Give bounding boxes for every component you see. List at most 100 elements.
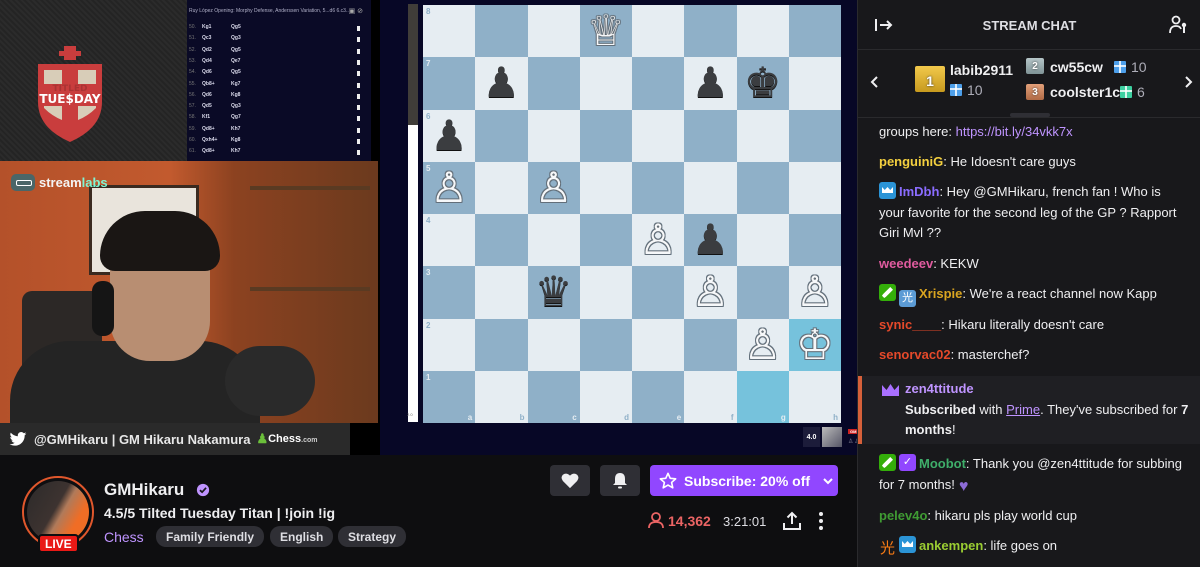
square-d1[interactable]: d [579, 370, 632, 423]
square-h1[interactable]: h [788, 370, 841, 423]
square-a8[interactable]: 8 [423, 5, 476, 58]
leaderboard-user-1[interactable]: labib2911 [950, 62, 1013, 78]
white-pawn-icon[interactable]: ♙ [692, 271, 730, 313]
square-h3[interactable]: ♙ [788, 266, 841, 319]
kanji-badge-icon[interactable]: 光 [899, 290, 916, 307]
square-c2[interactable] [527, 318, 580, 371]
square-d6[interactable] [579, 109, 632, 162]
square-b2[interactable] [475, 318, 528, 371]
square-h4[interactable] [788, 214, 841, 267]
square-b6[interactable] [475, 109, 528, 162]
white-king-icon[interactable]: ♔ [796, 323, 834, 366]
move-row[interactable]: 61. Qd8+ Kh7 [187, 148, 371, 160]
move-row[interactable]: 52. Qd2 Qg5 [187, 47, 371, 59]
video-player[interactable]: TITLED TUE$DAY Ruy López Opening: Morphy… [0, 0, 857, 455]
square-f7[interactable]: ♟ [684, 57, 737, 110]
category-link[interactable]: Chess [104, 529, 144, 545]
square-f3[interactable]: ♙ [684, 266, 737, 319]
square-d3[interactable] [579, 266, 632, 319]
square-b3[interactable] [475, 266, 528, 319]
leaderboard-user-2[interactable]: cw55cw [1050, 59, 1103, 75]
square-h8[interactable] [788, 5, 841, 58]
square-g1[interactable]: g [736, 370, 789, 423]
move-row[interactable]: 51. Qc3 Qg3 [187, 35, 371, 47]
tag-family-friendly[interactable]: Family Friendly [156, 526, 265, 547]
white-pawn-icon[interactable]: ♙ [744, 323, 782, 366]
follow-button[interactable] [550, 465, 590, 496]
subscriber-badge-icon[interactable] [899, 536, 916, 553]
chat-username[interactable]: ImDbh [899, 184, 939, 199]
square-g2[interactable]: ♙ [736, 318, 789, 371]
square-e3[interactable] [632, 266, 685, 319]
white-pawn-icon[interactable]: ♙ [796, 271, 834, 313]
square-a4[interactable]: 4 [423, 214, 476, 267]
square-d4[interactable] [579, 214, 632, 267]
notifications-button[interactable] [600, 465, 640, 496]
leaderboard-user-3[interactable]: coolster1c [1050, 84, 1120, 100]
chat-username[interactable]: Xrispie [919, 286, 962, 301]
kanji-badge-icon[interactable]: 光 [879, 540, 896, 557]
square-g7[interactable]: ♚ [736, 57, 789, 110]
square-d2[interactable] [579, 318, 632, 371]
square-e1[interactable]: e [632, 370, 685, 423]
square-c4[interactable] [527, 214, 580, 267]
white-pawn-icon[interactable]: ♙ [639, 219, 677, 261]
leaderboard-drag-handle[interactable] [1010, 113, 1050, 117]
chat-username[interactable]: pelev4o [879, 508, 927, 523]
move-row[interactable]: 53. Qd4 Qe7 [187, 58, 371, 70]
square-g3[interactable] [736, 266, 789, 319]
subscriber-badge-icon[interactable] [879, 182, 896, 199]
square-g8[interactable] [736, 5, 789, 58]
chat-username[interactable]: senorvac02 [879, 347, 951, 362]
black-pawn-icon[interactable]: ♟ [430, 114, 468, 157]
chess-board[interactable]: 8 ♕ 7 ♟ ♟ ♚ 6 ♟ 5 ♙ ♙ 4 ♙ ♟ 3 ♛ ♙ ♙ 2 ♙ ♔ 1 a b c d e f g h [423, 5, 841, 423]
more-options-icon[interactable] [813, 510, 829, 532]
square-f4[interactable]: ♟ [684, 214, 737, 267]
square-b4[interactable] [475, 214, 528, 267]
move-row[interactable]: 60. Qxh4+ Kg8 [187, 137, 371, 149]
square-c8[interactable] [527, 5, 580, 58]
move-row[interactable]: 54. Qd6 Qg5 [187, 69, 371, 81]
square-b8[interactable] [475, 5, 528, 58]
square-a7[interactable]: 7 [423, 57, 476, 110]
leaderboard-prev-icon[interactable] [868, 74, 882, 90]
square-e2[interactable] [632, 318, 685, 371]
square-a1[interactable]: 1a [423, 370, 476, 423]
square-g5[interactable] [736, 161, 789, 214]
square-f6[interactable] [684, 109, 737, 162]
square-g4[interactable] [736, 214, 789, 267]
verified-bot-badge-icon[interactable] [899, 454, 916, 471]
black-queen-icon[interactable]: ♛ [535, 271, 573, 313]
move-row[interactable]: 58. Kf1 Qg7 [187, 114, 371, 126]
chat-username[interactable]: ankempen [919, 538, 983, 553]
move-row[interactable]: 55. Qb8+ Kg7 [187, 81, 371, 93]
square-a3[interactable]: 3 [423, 266, 476, 319]
subscribe-button[interactable]: Subscribe: 20% off [650, 465, 838, 496]
chat-username[interactable]: weedeev [879, 256, 933, 271]
move-row[interactable]: 50. Kg1 Qg5 [187, 24, 371, 36]
tag-english[interactable]: English [270, 526, 334, 547]
square-a6[interactable]: 6 ♟ [423, 109, 476, 162]
square-f5[interactable] [684, 161, 737, 214]
channel-name[interactable]: GMHikaru [104, 480, 184, 500]
chat-username[interactable]: synic____ [879, 317, 941, 332]
square-g6[interactable] [736, 109, 789, 162]
square-h2[interactable]: ♔ [788, 318, 841, 371]
community-users-icon[interactable] [1169, 15, 1189, 35]
square-d5[interactable] [579, 161, 632, 214]
square-e7[interactable] [632, 57, 685, 110]
square-e4[interactable]: ♙ [632, 214, 685, 267]
square-f1[interactable]: f [684, 370, 737, 423]
white-queen-icon[interactable]: ♕ [587, 10, 625, 52]
black-pawn-icon[interactable]: ♟ [692, 219, 730, 261]
square-h6[interactable] [788, 109, 841, 162]
square-f2[interactable] [684, 318, 737, 371]
move-row[interactable]: 56. Qd6 Kg8 [187, 92, 371, 104]
square-c3[interactable]: ♛ [527, 266, 580, 319]
square-e8[interactable] [632, 5, 685, 58]
moderator-badge-icon[interactable] [879, 454, 896, 471]
square-h7[interactable] [788, 57, 841, 110]
black-pawn-icon[interactable]: ♟ [692, 62, 730, 104]
square-d7[interactable] [579, 57, 632, 110]
square-h5[interactable] [788, 161, 841, 214]
